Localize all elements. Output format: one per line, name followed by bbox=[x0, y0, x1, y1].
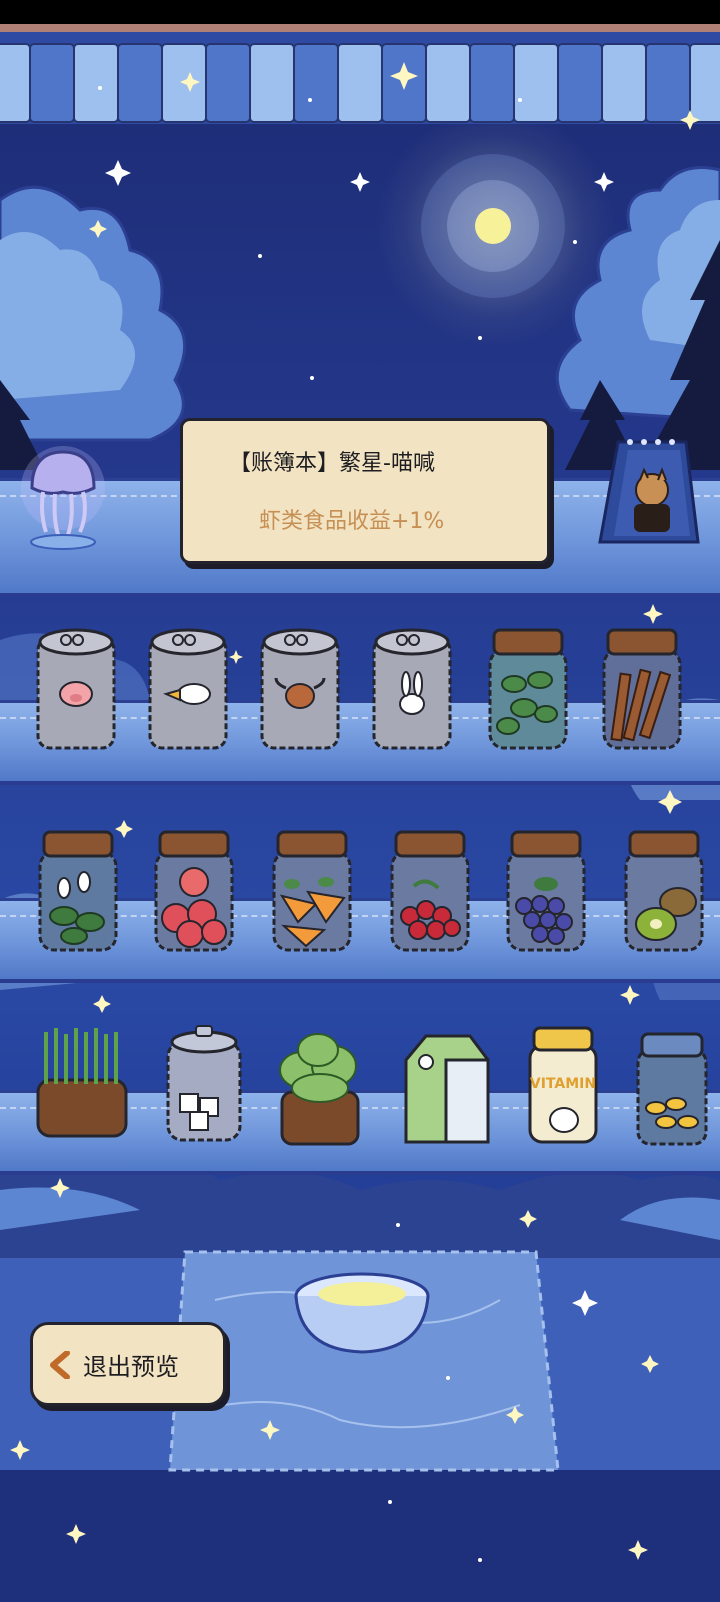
lettuce-pot[interactable] bbox=[272, 1030, 368, 1148]
cow-can[interactable] bbox=[258, 624, 342, 754]
item-title: 【账簿本】繁星-喵喊 bbox=[229, 451, 435, 476]
duck-can[interactable] bbox=[146, 624, 230, 754]
rabbit-can[interactable] bbox=[370, 624, 454, 754]
flower-jar[interactable] bbox=[34, 826, 122, 956]
mint-jar[interactable] bbox=[484, 624, 572, 754]
cherry-jar[interactable] bbox=[386, 826, 474, 956]
strawberry-jar[interactable] bbox=[150, 826, 238, 956]
vitamin-bottle[interactable]: VITAMIN bbox=[524, 1024, 602, 1146]
kiwi-jar[interactable] bbox=[620, 826, 708, 956]
svg-text:VITAMIN: VITAMIN bbox=[530, 1076, 596, 1092]
carrot-jar[interactable] bbox=[268, 826, 356, 956]
item-effect: 虾类食品收益+1% bbox=[259, 509, 445, 534]
wheatgrass-pot[interactable] bbox=[30, 1024, 134, 1142]
chevron-left-icon bbox=[50, 1351, 70, 1379]
grape-jar[interactable] bbox=[502, 826, 590, 956]
item-info-panel: 【账簿本】繁星-喵喊 虾类食品收益+1% bbox=[180, 418, 550, 564]
sugar-cube-jar[interactable] bbox=[164, 1022, 244, 1146]
pig-can[interactable] bbox=[34, 624, 118, 754]
cheese-jar[interactable] bbox=[634, 1026, 710, 1146]
exit-preview-button[interactable]: 退出预览 bbox=[30, 1322, 226, 1406]
jellyfish-lamp[interactable] bbox=[18, 444, 108, 554]
cinnamon-jar[interactable] bbox=[598, 624, 686, 754]
cat-poster-calendar[interactable] bbox=[590, 432, 700, 552]
milk-carton[interactable] bbox=[396, 1030, 492, 1148]
game-scene: 【账簿本】繁星-喵喊 虾类食品收益+1% VITAMIN 退出预览 bbox=[0, 0, 720, 1602]
exit-preview-label: 退出预览 bbox=[83, 1353, 179, 1381]
